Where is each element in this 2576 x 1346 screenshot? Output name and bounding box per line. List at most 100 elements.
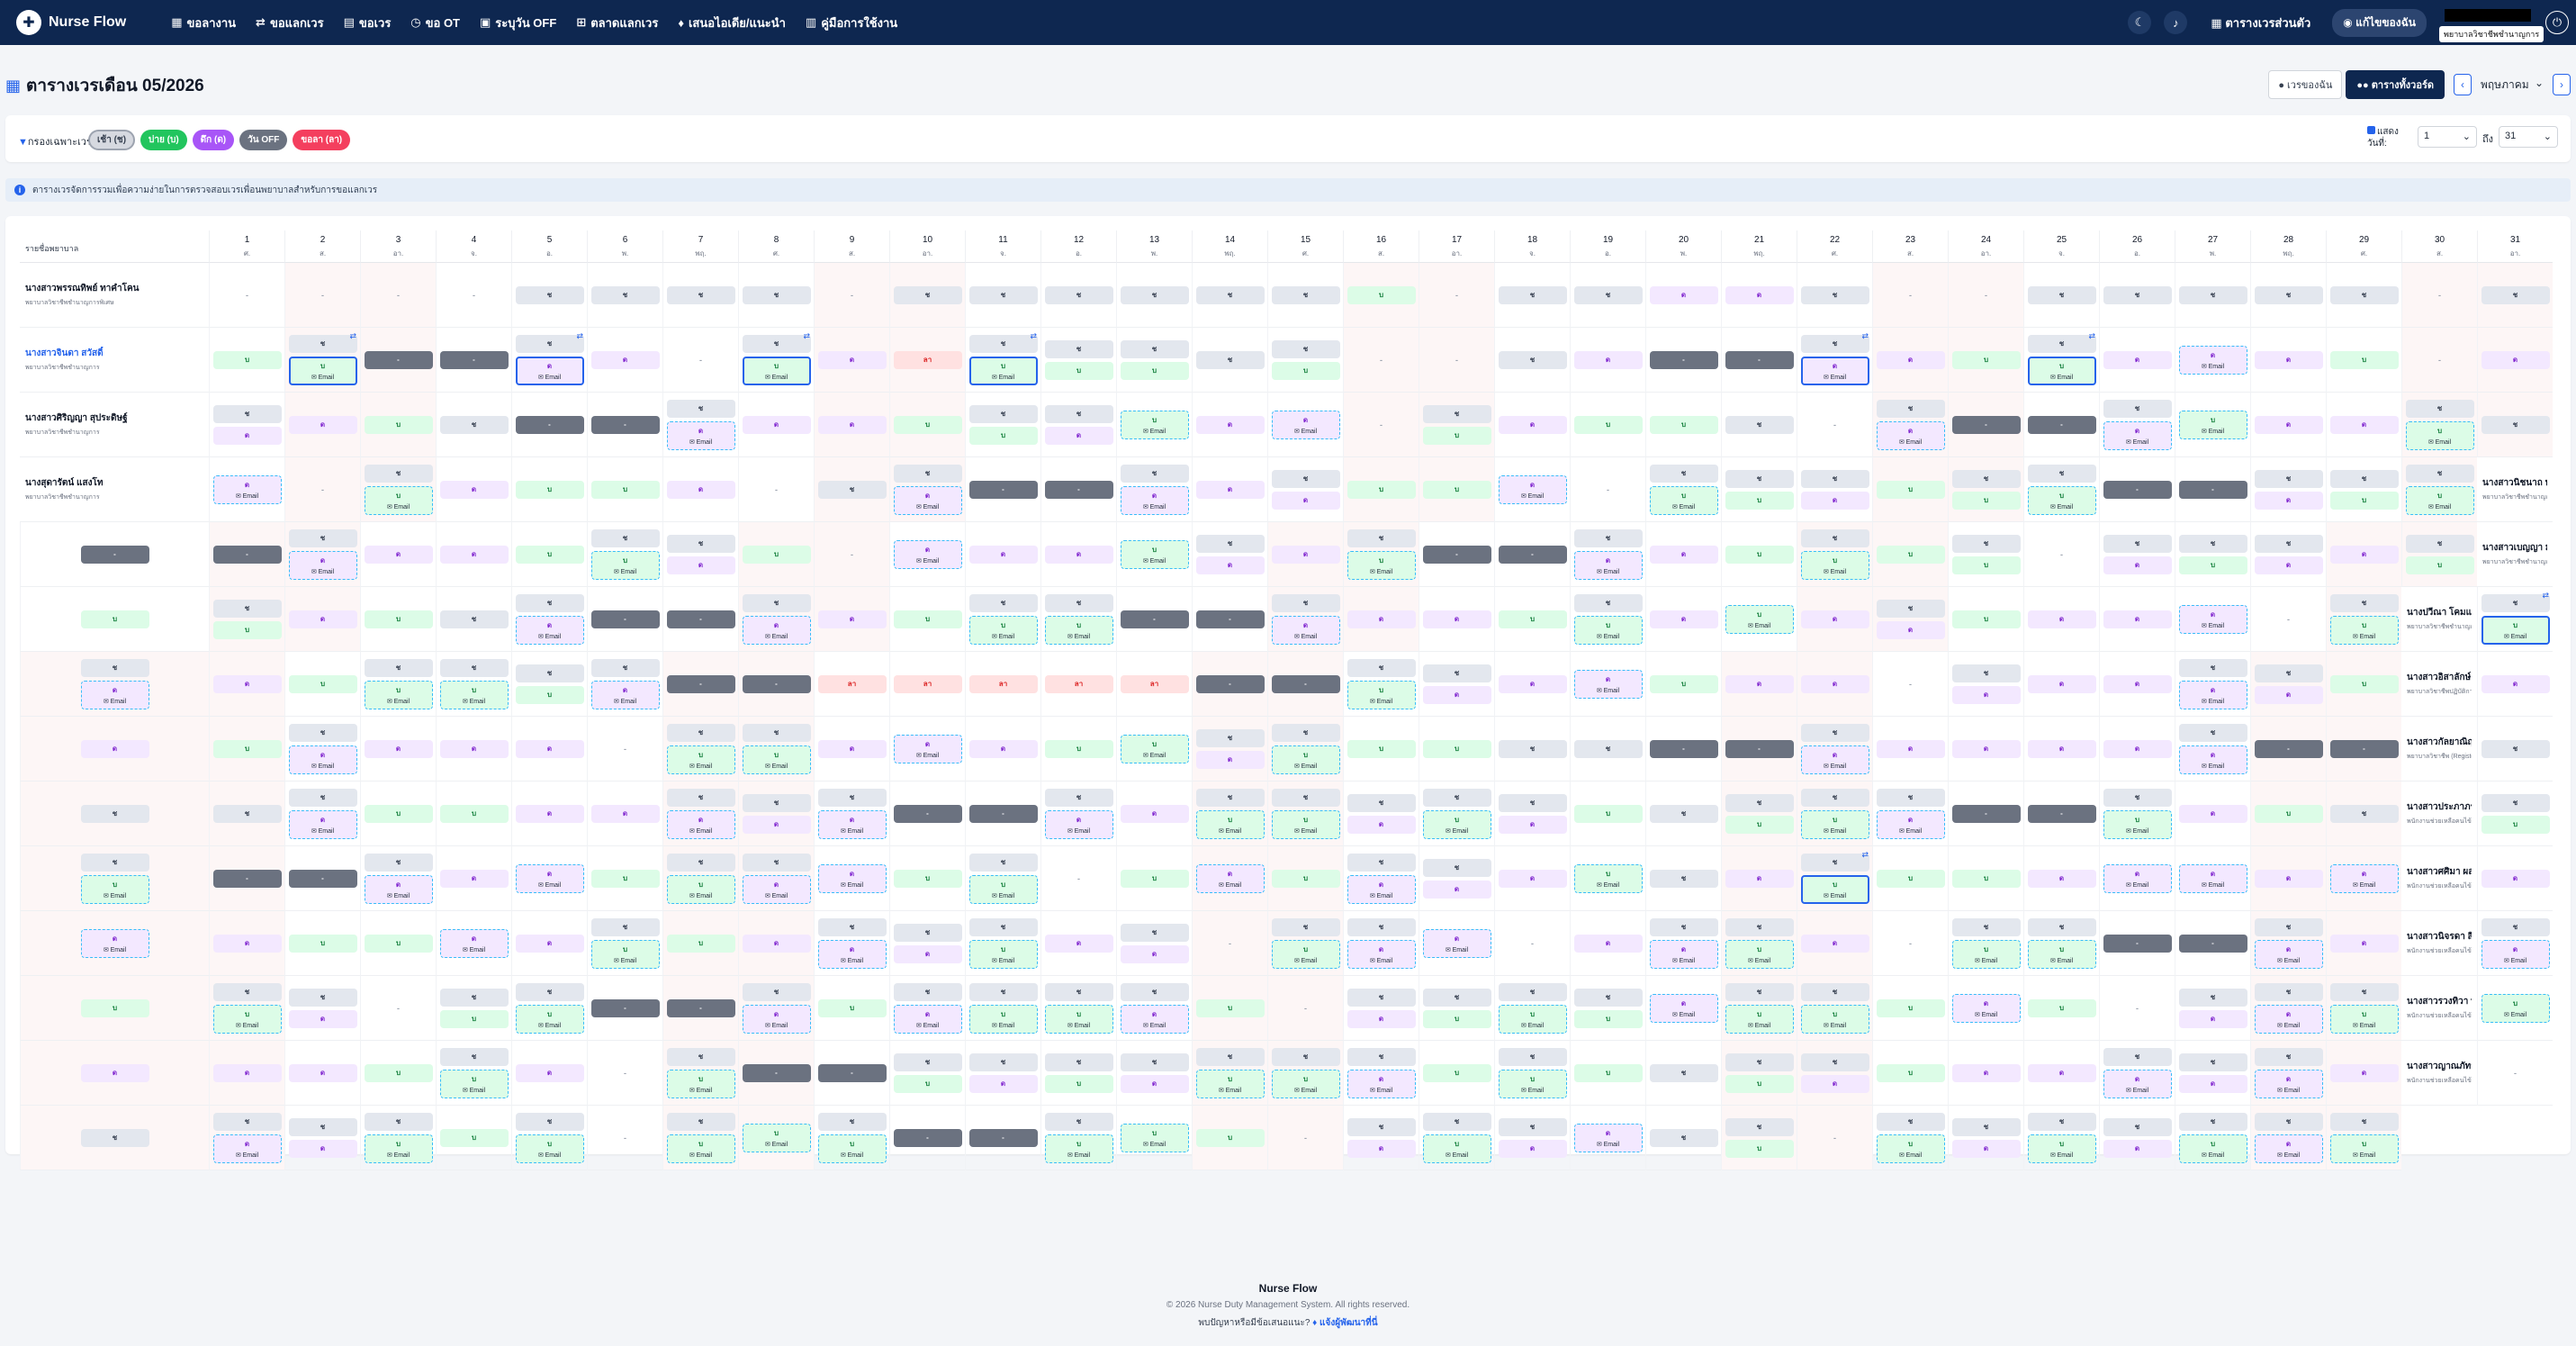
morning-shift[interactable]: ช [212,1112,282,1131]
night-shift[interactable]: ด [1649,610,1718,628]
afternoon-shift[interactable]: บ [2027,998,2096,1017]
afternoon-shift[interactable]: บ [80,998,149,1017]
night-shift[interactable]: ด ✉ Email [212,474,282,504]
morning-shift[interactable]: ช [288,1117,357,1136]
afternoon-shift[interactable]: บ ✉ Email [212,1004,282,1034]
morning-shift[interactable]: ช [968,593,1038,612]
morning-shift[interactable]: ช [1649,1063,1718,1082]
night-shift[interactable]: ด [1725,869,1794,888]
night-shift[interactable]: ด [1422,610,1491,628]
swap-arrows-icon[interactable]: ⇄ [2542,591,2549,601]
morning-shift[interactable]: ช [439,1047,509,1066]
night-shift[interactable]: ด [2481,350,2550,369]
morning-shift[interactable]: ช [1120,982,1189,1001]
leave-day[interactable]: ลา [1044,674,1113,693]
leave-day[interactable]: ลา [1120,674,1189,693]
morning-shift[interactable]: ช [968,917,1038,936]
morning-shift[interactable]: ช [515,1112,584,1131]
night-shift[interactable]: ด [817,610,887,628]
morning-shift[interactable]: ช [2329,982,2399,1001]
night-shift[interactable]: ด ✉ Email [2329,863,2399,893]
morning-shift[interactable]: ช [1573,285,1643,304]
morning-shift[interactable]: ช [515,982,584,1001]
afternoon-shift[interactable]: บ [1951,491,2021,510]
night-shift[interactable]: ด [288,1139,357,1158]
morning-shift[interactable]: ช [590,658,660,677]
morning-shift[interactable]: ช [1498,350,1567,369]
morning-shift[interactable]: ช [1725,793,1794,812]
off-day[interactable]: - [968,804,1038,823]
night-shift[interactable]: ด ✉ Email [212,1134,282,1163]
afternoon-shift[interactable]: บ ✉ Email [742,745,811,774]
morning-shift[interactable]: ช [1800,982,1869,1001]
afternoon-shift[interactable]: บ ✉ Email [1725,1004,1794,1034]
morning-shift[interactable]: ช [80,853,149,872]
morning-shift[interactable]: ช [1347,988,1416,1007]
night-shift[interactable]: ด ✉ Email [1649,993,1718,1023]
night-shift[interactable]: ด [1876,620,1945,639]
morning-shift[interactable]: ช [968,334,1038,353]
morning-shift[interactable]: ช [893,464,962,483]
morning-shift[interactable]: ช [742,793,811,812]
night-shift[interactable]: ด ✉ Email [2178,863,2247,893]
afternoon-shift[interactable]: บ [439,1128,509,1147]
night-shift[interactable]: ด [439,480,509,499]
morning-shift[interactable]: ช [364,464,433,483]
night-shift[interactable]: ด ✉ Email [1800,356,1869,385]
afternoon-shift[interactable]: บ [1725,815,1794,834]
afternoon-shift[interactable]: บ [1422,1063,1491,1082]
off-day[interactable]: - [1951,804,2021,823]
night-shift[interactable]: ด [1422,685,1491,704]
morning-shift[interactable]: ช [1800,723,1869,742]
nurse-row-header[interactable]: นางสาวประภาภรณ์ พันธ์มะพนักงานช่วยเหลือค… [2401,781,2477,846]
afternoon-shift[interactable]: บ [515,480,584,499]
morning-shift[interactable]: ช [2178,1052,2247,1071]
night-shift[interactable]: ด ✉ Email [288,745,357,774]
night-shift[interactable]: ด [1800,934,1869,953]
night-shift[interactable]: ด [2178,804,2247,823]
afternoon-shift[interactable]: บ ✉ Email [1800,874,1869,904]
night-shift[interactable]: ด ✉ Email [1271,615,1340,645]
afternoon-shift[interactable]: บ ✉ Email [439,680,509,709]
afternoon-shift[interactable]: บ ✉ Email [1573,615,1643,645]
night-shift[interactable]: ด ✉ Email [515,615,584,645]
afternoon-shift[interactable]: บ [2329,350,2399,369]
off-day[interactable]: - [439,350,509,369]
chip-night[interactable]: ดึก (ด) [192,130,235,150]
night-shift[interactable]: ด ✉ Email [80,928,149,958]
afternoon-shift[interactable]: บ [1573,1009,1643,1028]
night-shift[interactable]: ด ✉ Email [2254,939,2323,969]
night-shift[interactable]: ด [2027,1063,2096,1082]
afternoon-shift[interactable]: บ ✉ Email [1347,550,1416,580]
night-shift[interactable]: ด ✉ Email [817,863,887,893]
night-shift[interactable]: ด ✉ Email [2254,1069,2323,1098]
night-shift[interactable]: ด [288,610,357,628]
afternoon-shift[interactable]: บ [590,869,660,888]
afternoon-shift[interactable]: บ [288,674,357,693]
morning-shift[interactable]: ช [666,285,735,304]
afternoon-shift[interactable]: บ ✉ Email [2027,939,2096,969]
night-shift[interactable]: ด [1422,880,1491,899]
afternoon-shift[interactable]: บ ✉ Email [364,680,433,709]
night-shift[interactable]: ด [2103,610,2172,628]
afternoon-shift[interactable]: บ [893,415,962,434]
swap-arrows-icon[interactable]: ⇄ [1861,850,1869,860]
morning-shift[interactable]: ช [1422,664,1491,682]
morning-shift[interactable]: ช [590,285,660,304]
afternoon-shift[interactable]: บ ✉ Email [666,1134,735,1163]
afternoon-shift[interactable]: บ [893,869,962,888]
afternoon-shift[interactable]: บ [1347,739,1416,758]
night-shift[interactable]: ด [1120,944,1189,963]
morning-shift[interactable]: ช [515,285,584,304]
afternoon-shift[interactable]: บ [1044,1074,1113,1093]
afternoon-shift[interactable]: บ [1422,1009,1491,1028]
afternoon-shift[interactable]: บ ✉ Email [666,1069,735,1098]
off-day[interactable]: - [2178,934,2247,953]
morning-shift[interactable]: ช [1800,285,1869,304]
afternoon-shift[interactable]: บ ✉ Email [968,874,1038,904]
afternoon-shift[interactable]: บ [1876,998,1945,1017]
nav-item-2[interactable]: ▤ ขอเวร [344,14,392,32]
morning-shift[interactable]: ช [1800,334,1869,353]
morning-shift[interactable]: ช [817,917,887,936]
afternoon-shift[interactable]: บ [1573,1063,1643,1082]
